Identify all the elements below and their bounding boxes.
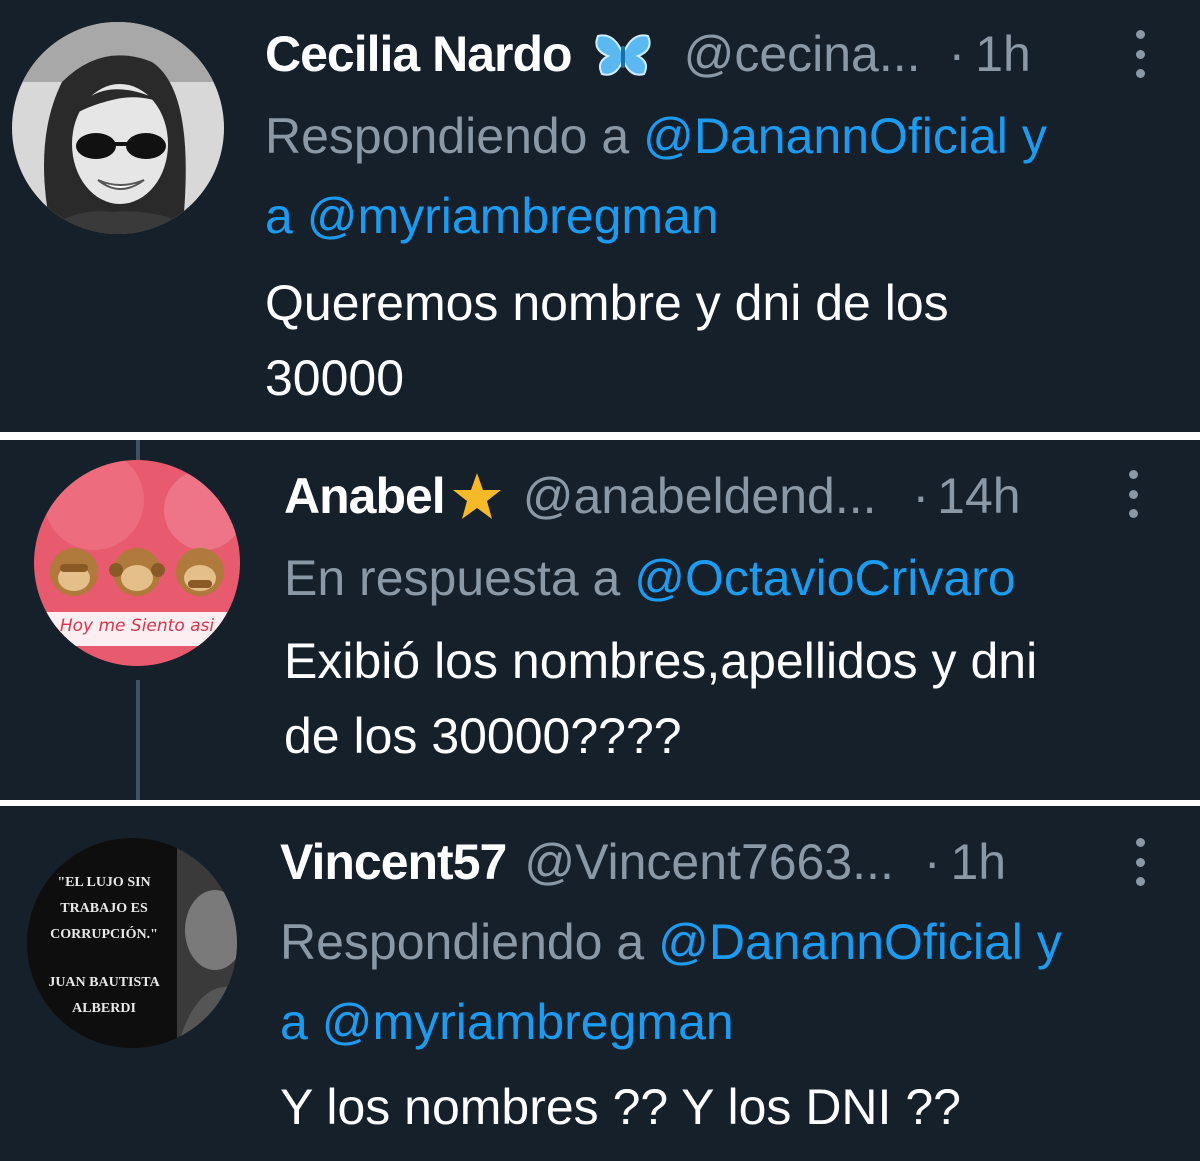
display-name[interactable]: Anabel [284,466,446,526]
tweet-cecilia[interactable]: Cecilia Nardo @cecina... · 1h Respondien… [0,0,1200,432]
display-name[interactable]: Vincent57 [280,832,507,892]
avatar-cecilia-image [12,22,224,234]
separator-dot: · [912,468,930,524]
tweet-text-line: 30000 [265,350,405,406]
avatar-vincent[interactable]: "EL LUJO SIN TRABAJO ES CORRUPCIÓN." JUA… [27,838,237,1048]
reply-joiner: a [265,188,293,244]
star-icon [451,471,503,521]
tweet-vincent[interactable]: "EL LUJO SIN TRABAJO ES CORRUPCIÓN." JUA… [0,806,1200,1161]
avatar-quote: "EL LUJO SIN TRABAJO ES CORRUPCIÓN." JUA… [48,875,160,1016]
mention-link[interactable]: @DanannOficial [643,108,1008,164]
tweet-anabel[interactable]: Hoy me Siento asi Anabel @anabeldend... … [0,440,1200,800]
reply-prefix: En respuesta a [284,550,621,606]
avatar-cecilia[interactable] [12,22,224,234]
timestamp[interactable]: 14h [937,466,1020,526]
reply-joiner: y [1036,914,1062,970]
reply-context: Respondiendo a @DanannOficial y a @myria… [265,96,1185,256]
butterfly-icon [594,31,652,77]
tweet-text-line: Y los nombres ?? Y los DNI ?? [280,1079,961,1135]
separator-dot: · [948,26,966,82]
tweet-text: Y los nombres ?? Y los DNI ?? [280,1070,1190,1145]
reply-joiner: a [280,994,308,1050]
user-handle[interactable]: @Vincent7663... [524,832,894,892]
timestamp[interactable]: 1h [975,24,1031,84]
timestamp[interactable]: 1h [951,832,1007,892]
display-name[interactable]: Cecilia Nardo [265,24,573,84]
tweet-text: Queremos nombre y dni de los 30000 [265,266,1185,416]
thread-line [136,440,140,462]
reply-prefix: Respondiendo a [280,914,645,970]
reply-prefix: Respondiendo a [265,108,630,164]
reply-context: En respuesta a @OctavioCrivaro [284,538,1184,618]
tweet-text-line: de los 30000???? [284,708,682,764]
mention-link[interactable]: @myriambregman [307,188,719,244]
tweet-header: Anabel @anabeldend... · 14h [284,466,1021,526]
tweet-text-line: Queremos nombre y dni de los [265,275,949,331]
thread-line [136,680,140,800]
tweet-header: Vincent57 @Vincent7663... · 1h [280,832,1006,892]
tweet-text: Exibió los nombres,apellidos y dni de lo… [284,624,1184,774]
tweet-header: Cecilia Nardo @cecina... · 1h [265,24,1031,84]
more-options-icon[interactable] [1127,470,1139,518]
avatar-anabel[interactable]: Hoy me Siento asi [34,460,240,666]
more-options-icon[interactable] [1134,838,1146,886]
avatar-caption: Hoy me Siento asi [59,616,215,636]
reply-joiner: y [1021,108,1047,164]
separator-dot: · [923,834,941,890]
mention-link[interactable]: @myriambregman [322,994,734,1050]
more-options-icon[interactable] [1134,30,1146,78]
user-handle[interactable]: @cecina... [684,24,921,84]
user-handle[interactable]: @anabeldend... [523,466,877,526]
mention-link[interactable]: @DanannOficial [658,914,1023,970]
mention-link[interactable]: @OctavioCrivaro [634,550,1015,606]
reply-context: Respondiendo a @DanannOficial y a @myria… [280,902,1190,1062]
tweet-text-line: Exibió los nombres,apellidos y dni [284,633,1038,689]
